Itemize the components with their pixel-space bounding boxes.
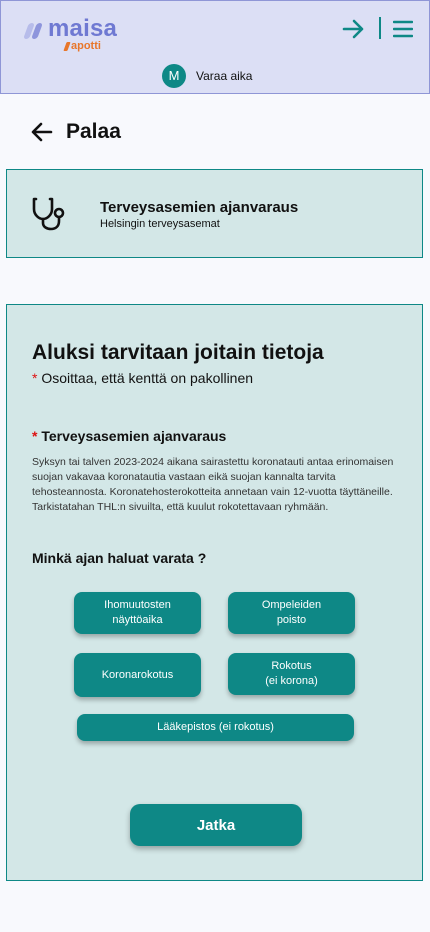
option-koronarokotus[interactable]: Koronarokotus: [74, 653, 201, 697]
service-subtitle: Helsingin terveysasemat: [100, 218, 220, 230]
logo-mark-icon: [23, 23, 45, 39]
required-note-text: Osoittaa, että kenttä on pakollinen: [41, 370, 254, 386]
option-rokotus-ei-korona[interactable]: Rokotus (ei korona): [228, 653, 355, 695]
section-description: Syksyn tai talven 2023-2024 aikana saira…: [32, 456, 394, 513]
back-link[interactable]: Palaa: [66, 120, 121, 144]
header-divider: [379, 17, 381, 39]
login-arrow-icon[interactable]: [342, 17, 366, 41]
stethoscope-icon: [32, 197, 65, 231]
continue-button[interactable]: Jatka: [130, 804, 302, 846]
section-label: * Terveysasemien ajanvaraus: [32, 428, 226, 444]
required-star: *: [32, 428, 38, 444]
apotti-mark-icon: [63, 42, 71, 51]
back-arrow-icon[interactable]: [31, 122, 53, 142]
menu-icon[interactable]: [393, 19, 413, 39]
service-title: Terveysasemien ajanvaraus: [100, 199, 299, 216]
option-ihomuutosten-nayttoaika[interactable]: Ihomuutosten näyttöaika: [74, 592, 201, 634]
header-action-label: Varaa aika: [196, 69, 253, 83]
option-ompeleiden-poisto[interactable]: Ompeleiden poisto: [228, 592, 355, 634]
logo-text: maisa: [48, 15, 118, 42]
booking-form: Aluksi tarvitaan joitain tietoja * Osoit…: [6, 304, 423, 881]
app-header: maisa apotti M Varaa aika: [0, 0, 430, 94]
avatar[interactable]: M: [162, 64, 186, 88]
form-title: Aluksi tarvitaan joitain tietoja: [32, 341, 324, 364]
section-label-text: Terveysasemien ajanvaraus: [41, 428, 227, 444]
service-card: Terveysasemien ajanvaraus Helsingin terv…: [6, 169, 423, 258]
required-note: * Osoittaa, että kenttä on pakollinen: [32, 370, 253, 386]
logo-subtext: apotti: [71, 40, 101, 52]
appointment-question: Minkä ajan haluat varata ?: [32, 550, 207, 566]
required-star: *: [32, 370, 38, 386]
option-laakepistos[interactable]: Lääkepistos (ei rokotus): [77, 714, 354, 741]
maisa-logo[interactable]: maisa apotti: [23, 15, 123, 57]
